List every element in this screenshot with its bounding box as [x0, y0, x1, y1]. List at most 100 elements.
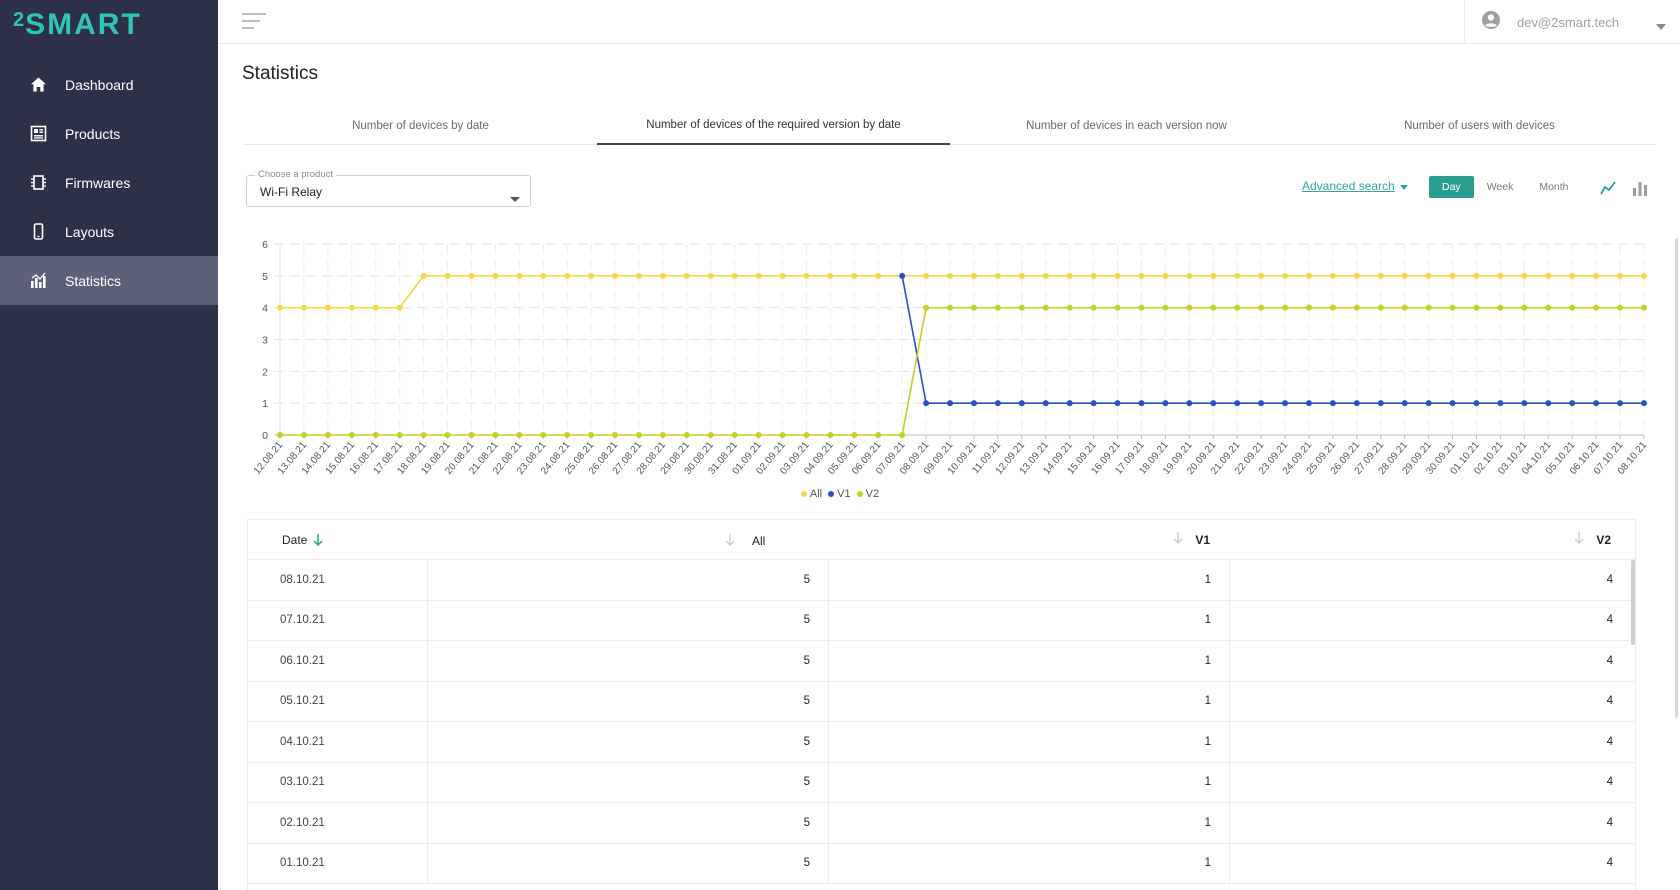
sidebar-item-label: Firmwares [65, 174, 131, 191]
data-point-v2 [1449, 304, 1456, 311]
cell-date: 06.10.21 [248, 641, 428, 681]
phone-icon [30, 223, 47, 240]
data-point-v2 [827, 432, 834, 438]
y-tick-label: 1 [262, 398, 268, 410]
data-point-all [994, 272, 1001, 279]
data-point-v2 [707, 432, 714, 438]
data-point-v1 [1401, 400, 1408, 407]
data-point-v2 [1425, 304, 1432, 311]
data-point-v1 [1521, 400, 1528, 407]
data-point-all [588, 272, 595, 279]
tab-devices-by-date[interactable]: Number of devices by date [244, 106, 597, 145]
logo[interactable]: 2 SMART [13, 8, 142, 44]
cell-all: 5 [428, 600, 829, 640]
cell-date: 07.10.21 [248, 600, 428, 640]
period-week-button[interactable]: Week [1474, 176, 1527, 198]
chevron-down-icon [510, 189, 520, 207]
firmware-icon [30, 174, 47, 191]
sidebar-item-products[interactable]: Products [0, 109, 218, 158]
data-point-v2 [1210, 304, 1217, 311]
data-point-all [1138, 272, 1145, 279]
sidebar-item-firmwares[interactable]: Firmwares [0, 158, 218, 207]
data-point-all [707, 272, 714, 279]
tab-users-with-devices[interactable]: Number of users with devices [1303, 106, 1656, 145]
data-point-v1 [947, 400, 954, 407]
cell-all: 5 [428, 843, 829, 883]
tab-devices-each-version[interactable]: Number of devices in each version now [950, 106, 1303, 145]
data-point-all [1593, 272, 1600, 279]
data-point-v2 [1090, 304, 1097, 311]
line-chart: 0 1 2 3 4 5 6 12.08.21 13.08.21 14.08.21 15.08.21 1… [244, 232, 1664, 502]
advanced-search-link[interactable]: Advanced search [1302, 179, 1408, 193]
data-point-v2 [324, 432, 331, 438]
data-point-v2 [1401, 304, 1408, 311]
data-point-all [420, 272, 427, 279]
product-select-label: Choose a product [255, 169, 336, 180]
data-point-all [1353, 272, 1360, 279]
line-chart-icon[interactable] [1600, 180, 1616, 196]
user-email: dev@2smart.tech [1517, 14, 1620, 30]
table-row: 07.10.21 5 1 4 [248, 600, 1635, 641]
data-point-v1 [1593, 400, 1600, 407]
bar-chart-icon[interactable] [1632, 180, 1648, 196]
data-point-all [659, 272, 666, 279]
data-point-v1 [899, 272, 906, 279]
logo-word: SMART [25, 8, 142, 41]
sidebar-nav: Dashboard Products Firmwares Layouts Sta… [0, 60, 218, 305]
data-point-v1 [1162, 400, 1169, 407]
data-point-v2 [1569, 304, 1576, 311]
column-header-date[interactable]: Date [248, 520, 428, 559]
data-point-all [1497, 272, 1504, 279]
data-point-v2 [588, 432, 595, 438]
y-tick-label: 3 [262, 335, 268, 347]
sidebar-item-label: Dashboard [65, 76, 134, 93]
menu-toggle-icon[interactable] [242, 12, 266, 30]
cell-v2: 4 [1606, 695, 1613, 708]
cell-all: 5 [428, 681, 829, 721]
cell-all: 5 [428, 641, 829, 681]
user-menu[interactable]: dev@2smart.tech [1464, 0, 1680, 44]
sidebar-item-statistics[interactable]: Statistics [0, 256, 218, 305]
cell-v2: 4 [1606, 654, 1613, 667]
table-row: 04.10.21 5 1 4 [248, 722, 1635, 763]
data-point-v1 [1234, 400, 1241, 407]
data-point-v2 [875, 432, 882, 438]
legend-item-v2[interactable]: V2 [856, 488, 879, 500]
data-point-v2 [396, 432, 403, 438]
sort-arrow-icon [1574, 532, 1584, 547]
page-title: Statistics [242, 63, 319, 84]
column-header-date-label: Date [282, 532, 308, 547]
column-header-all[interactable]: All [428, 520, 829, 559]
legend-item-v1[interactable]: V1 [828, 488, 851, 500]
data-point-v2 [277, 432, 283, 438]
period-month-button[interactable]: Month [1526, 176, 1581, 198]
data-point-v1 [1282, 400, 1289, 407]
series-line-all [280, 275, 1644, 309]
data-point-v2 [1545, 304, 1552, 311]
caret-down-icon [1399, 179, 1408, 193]
data-point-all [1114, 272, 1121, 279]
period-day-button[interactable]: Day [1429, 176, 1474, 198]
table-scrollbar[interactable] [1631, 560, 1635, 645]
product-select[interactable]: Choose a product Wi-Fi Relay [246, 169, 531, 207]
data-point-all [1473, 272, 1480, 279]
sidebar-item-dashboard[interactable]: Dashboard [0, 60, 218, 109]
data-point-all [492, 272, 499, 279]
data-point-v2 [994, 304, 1001, 311]
data-point-all [516, 272, 523, 279]
legend-item-all[interactable]: All [800, 488, 822, 500]
data-point-v2 [564, 432, 571, 438]
data-point-v2 [1138, 304, 1145, 311]
data-point-all [1377, 272, 1384, 279]
column-header-v1[interactable]: V1 [829, 520, 1230, 559]
data-point-v2 [1018, 304, 1025, 311]
data-point-v1 [1497, 400, 1504, 407]
page-scrollbar[interactable] [1675, 238, 1678, 718]
column-header-v2[interactable]: V2 [1230, 520, 1631, 559]
tab-devices-by-version-date[interactable]: Number of devices of the required versio… [597, 106, 950, 145]
data-point-v1 [994, 400, 1001, 407]
data-point-v1 [1066, 400, 1073, 407]
data-point-all [1210, 272, 1217, 279]
sort-arrow-icon [725, 534, 735, 549]
sidebar-item-layouts[interactable]: Layouts [0, 207, 218, 256]
